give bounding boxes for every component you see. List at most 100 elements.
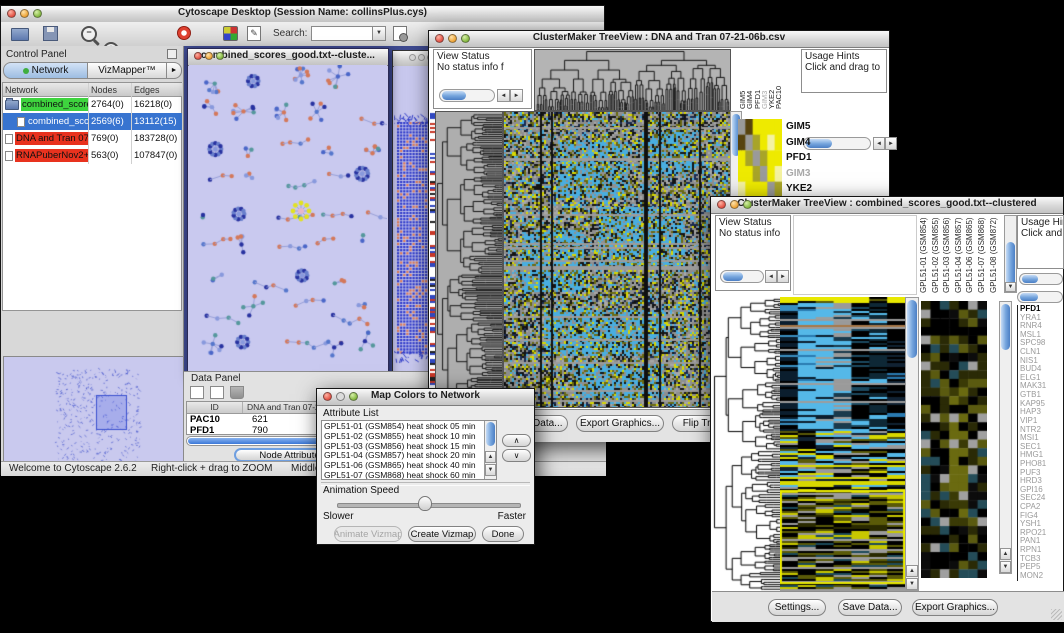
row-dendrogram[interactable]: [435, 111, 503, 408]
attribute-list-item[interactable]: GPL51-01 (GSM854) heat shock 05 min: [324, 422, 483, 432]
settings-button[interactable]: Settings...: [768, 599, 826, 616]
export-graphics-button[interactable]: Export Graphics...: [912, 599, 998, 616]
column-labels-vscrollbar[interactable]: ▼: [1004, 215, 1017, 293]
vizmapper-palette-icon[interactable]: [223, 26, 238, 41]
scroll-up-icon[interactable]: ▲: [1000, 548, 1011, 560]
minimize-icon[interactable]: [448, 34, 457, 43]
slider-thumb[interactable]: [418, 496, 432, 511]
close-icon[interactable]: [409, 54, 416, 61]
cytoscape-titlebar[interactable]: Cytoscape Desktop (Session Name: collins…: [1, 6, 604, 23]
search-dropdown-button[interactable]: ▼: [372, 26, 386, 41]
zoom-window-icon[interactable]: [216, 52, 224, 60]
gene-label: GIM5: [786, 119, 834, 135]
zoom-window-icon[interactable]: [33, 9, 42, 18]
minimize-icon[interactable]: [418, 54, 425, 61]
zoom-window-icon[interactable]: [743, 200, 752, 209]
scroll-left-icon[interactable]: ◄: [765, 270, 777, 283]
resize-grip[interactable]: [1051, 609, 1062, 620]
zoom-heatmap[interactable]: [921, 301, 987, 578]
zoom-out-icon[interactable]: −: [81, 26, 97, 42]
row-dendrogram[interactable]: [713, 297, 780, 591]
scroll-up-icon[interactable]: ▲: [485, 451, 496, 463]
document-icon: [5, 134, 13, 144]
scroll-right-icon[interactable]: ►: [885, 137, 897, 150]
document-icon: [5, 151, 13, 161]
done-button[interactable]: Done: [482, 526, 524, 542]
scroll-left-icon[interactable]: ◄: [497, 89, 510, 102]
attribute-listbox[interactable]: GPL51-01 (GSM854) heat shock 05 minGPL51…: [321, 420, 497, 480]
scroll-down-icon[interactable]: ▼: [1005, 282, 1016, 292]
attribute-list-item[interactable]: GPL51-04 (GSM857) heat shock 20 min: [324, 451, 483, 461]
close-icon[interactable]: [7, 9, 16, 18]
network-row-rnapuber[interactable]: RNAPuberNov2+ 563(0) 107847(0): [3, 147, 182, 164]
create-vizmap-button[interactable]: Create Vizmap: [408, 526, 476, 542]
attribute-table-icon[interactable]: [190, 386, 204, 399]
network-view-window: combined_scores_good.txt--cluste...: [187, 48, 389, 376]
tab-overflow-button[interactable]: ►: [166, 62, 182, 79]
view-status-hscrollbar[interactable]: [720, 270, 764, 283]
treeview-dna-titlebar[interactable]: ClusterMaker TreeView : DNA and Tran 07-…: [429, 31, 889, 48]
close-icon[interactable]: [435, 34, 444, 43]
annotation-icon[interactable]: ✎: [247, 26, 261, 41]
network-canvas[interactable]: [189, 65, 387, 375]
heatmap-vscrollbar[interactable]: ▲ ▼: [905, 297, 919, 591]
minimize-icon[interactable]: [20, 9, 29, 18]
zoom-vscrollbar[interactable]: ▲ ▼: [999, 301, 1012, 574]
treeview-combined-titlebar[interactable]: ClusterMaker TreeView : combined_scores_…: [711, 197, 1063, 214]
attribute-list-item[interactable]: GPL51-02 (GSM855) heat shock 10 min: [324, 432, 483, 442]
open-folder-icon[interactable]: [11, 26, 29, 41]
array-column-label: GPL51-07 (GSM868): [977, 213, 989, 293]
tab-vizmapper[interactable]: VizMapper™: [87, 62, 167, 79]
minimize-icon[interactable]: [205, 52, 213, 60]
float-panel-icon[interactable]: [167, 49, 177, 59]
scroll-left-icon[interactable]: ◄: [873, 137, 885, 150]
close-icon[interactable]: [717, 200, 726, 209]
global-heatmap[interactable]: [503, 111, 731, 408]
zoom-window-icon[interactable]: [349, 392, 358, 401]
attribute-list-vscrollbar[interactable]: ▲ ▼: [484, 421, 496, 479]
gene-list-hscrollbar[interactable]: [1017, 291, 1063, 303]
scroll-up-icon[interactable]: ▲: [906, 565, 918, 577]
network-row-combined-sco-selected[interactable]: combined_sco 2569(6) 13112(15): [3, 113, 182, 130]
export-graphics-button[interactable]: Export Graphics...: [576, 415, 664, 432]
move-up-button[interactable]: ∧: [502, 434, 531, 447]
tab-network[interactable]: Network: [3, 62, 88, 79]
network-row-combined-scores[interactable]: combined_scores 2764(0) 16218(0): [3, 96, 182, 113]
help-lifering-icon[interactable]: [177, 26, 191, 40]
minimize-icon[interactable]: [336, 392, 345, 401]
close-icon[interactable]: [323, 392, 332, 401]
status-hint-zoom: Right-click + drag to ZOOM: [151, 463, 272, 474]
search-input[interactable]: [311, 26, 373, 41]
array-column-label: GPL51-04 (GSM857): [954, 213, 966, 293]
delete-attribute-icon[interactable]: [230, 386, 244, 399]
array-column-labels: GIM5GIM4PFD1GIM3YKE2PAC10: [738, 49, 782, 109]
scroll-down-icon[interactable]: ▼: [1000, 561, 1011, 573]
global-heatmap[interactable]: [780, 297, 905, 591]
scroll-down-icon[interactable]: ▼: [485, 464, 496, 476]
view-status-hscrollbar[interactable]: [439, 89, 495, 102]
usage-hscrollbar[interactable]: [1019, 273, 1063, 285]
animate-vizmap-button[interactable]: Animate Vizmap: [334, 526, 402, 542]
attribute-list-item[interactable]: GPL51-03 (GSM856) heat shock 15 min: [324, 442, 483, 452]
zoom-window-icon[interactable]: [461, 34, 470, 43]
scroll-right-icon[interactable]: ►: [777, 270, 789, 283]
desktop: Cytoscape Desktop (Session Name: collins…: [0, 0, 1064, 633]
save-data-button[interactable]: Save Data...: [838, 599, 902, 616]
network-settings-icon[interactable]: [393, 26, 407, 41]
column-dendrogram[interactable]: [534, 49, 731, 111]
scroll-down-icon[interactable]: ▼: [906, 578, 918, 590]
attribute-list-item[interactable]: GPL51-07 (GSM868) heat shock 60 min: [324, 471, 483, 479]
array-column-label: GIM4: [745, 49, 752, 109]
move-down-button[interactable]: ∨: [502, 449, 531, 462]
network-overview-thumbnail[interactable]: [3, 356, 184, 466]
network-row-dna-tran[interactable]: DNA and Tran 07 769(0) 183728(0): [3, 130, 182, 147]
network-table-header[interactable]: Network Nodes Edges: [3, 83, 182, 97]
attribute-list-item[interactable]: GPL51-06 (GSM865) heat shock 40 min: [324, 461, 483, 471]
save-icon[interactable]: [43, 26, 58, 41]
dialog-titlebar[interactable]: Map Colors to Network: [317, 389, 534, 406]
close-icon[interactable]: [194, 52, 202, 60]
new-attribute-icon[interactable]: [210, 386, 224, 399]
network-view-titlebar[interactable]: combined_scores_good.txt--cluste...: [188, 49, 388, 66]
minimize-icon[interactable]: [730, 200, 739, 209]
scroll-right-icon[interactable]: ►: [510, 89, 523, 102]
